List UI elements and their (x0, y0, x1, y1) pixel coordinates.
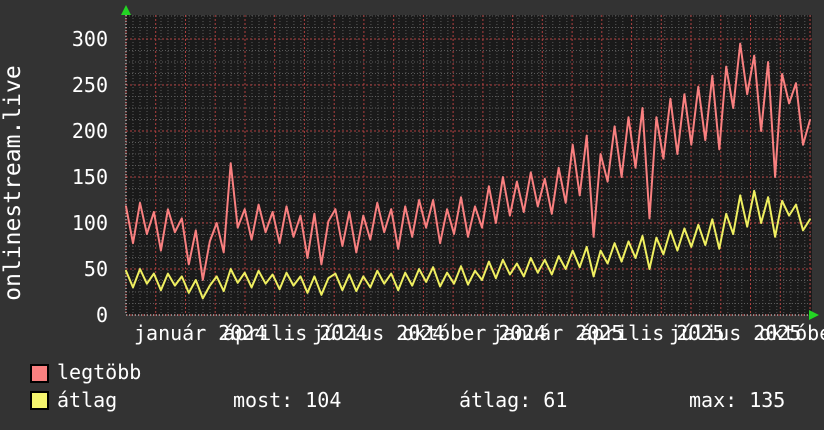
stat-atlag: átlag: 61 (459, 388, 568, 412)
y-axis-tick-label: 50 (83, 257, 108, 281)
y-axis-tick-label: 250 (71, 73, 108, 97)
x-axis-tick-label: október 2025 (759, 321, 824, 345)
y-axis-arrow-icon (121, 5, 131, 15)
legend-label-atlag: átlag (57, 388, 118, 412)
stat-max: max: 135 (689, 388, 786, 412)
legend-swatch-legtobb (30, 364, 49, 383)
legend-swatch-atlag (30, 391, 49, 410)
stat-most: most: 104 (233, 388, 342, 412)
y-axis-tick-label: 0 (95, 303, 108, 327)
x-axis-arrow-icon (809, 310, 819, 320)
y-axis-tick-label: 150 (71, 165, 108, 189)
y-axis-tick-label: 300 (71, 27, 108, 51)
y-axis-tick-label: 200 (71, 119, 108, 143)
legend-label-legtobb: legtöbb (57, 360, 142, 384)
y-axis-tick-label: 100 (71, 211, 108, 235)
